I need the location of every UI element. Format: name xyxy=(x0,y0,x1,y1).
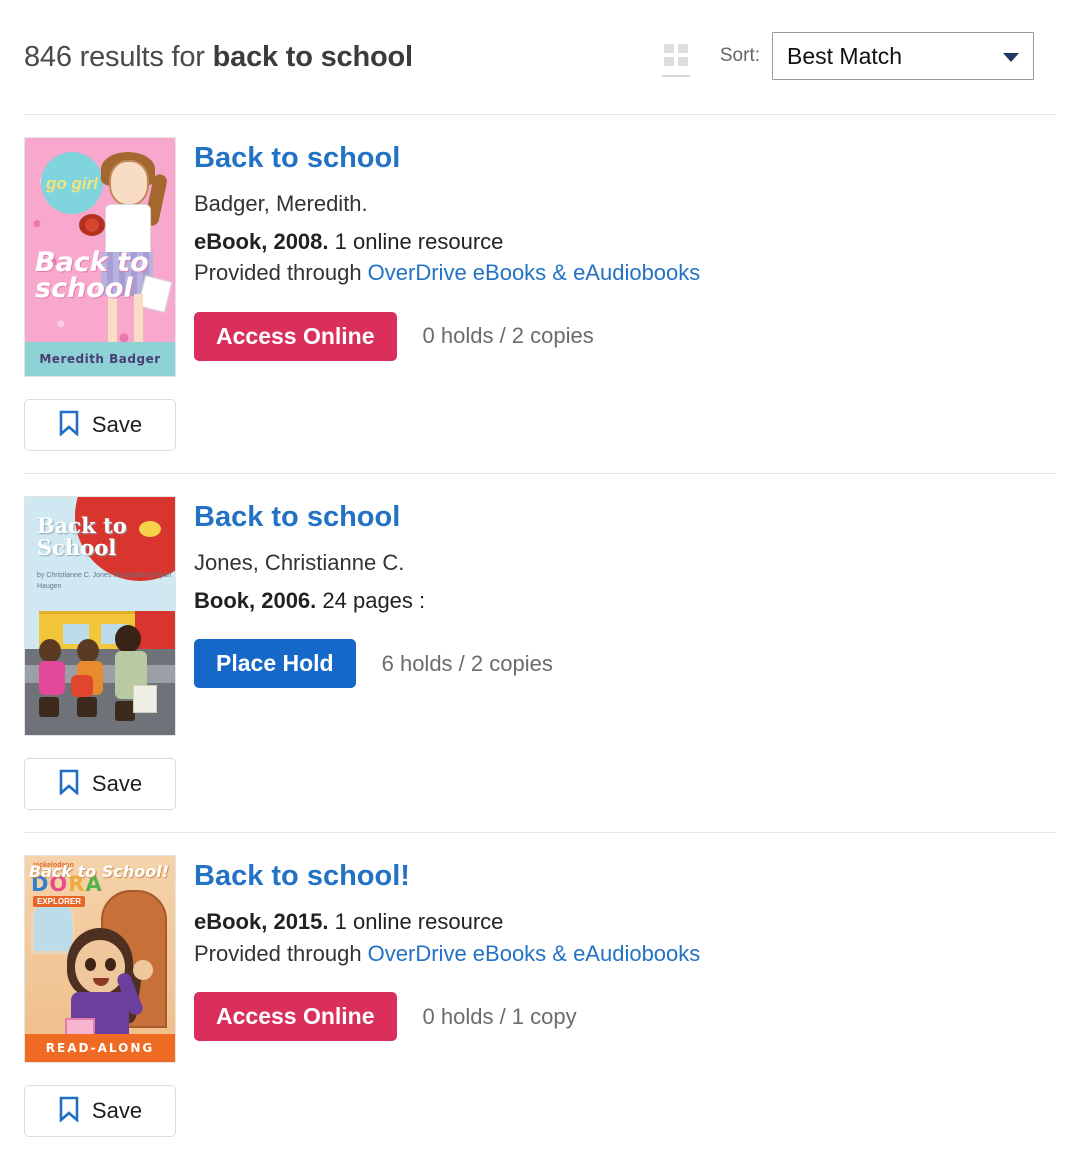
access-online-button[interactable]: Access Online xyxy=(194,311,397,361)
cover-child-figure xyxy=(39,639,65,717)
search-result-item: go girl Back to school Meredith Badger B… xyxy=(0,115,1080,451)
search-result-item: Back to School by Christianne C. Jones I… xyxy=(0,474,1080,810)
result-provider-link[interactable]: OverDrive eBooks & eAudiobooks xyxy=(368,260,701,285)
cover-backpack xyxy=(71,675,93,697)
cover-adult-legs xyxy=(115,701,135,721)
result-format-type: eBook, 2008. xyxy=(194,228,329,254)
result-provider: Provided through OverDrive eBooks & eAud… xyxy=(194,258,1056,288)
grid-cell xyxy=(677,57,688,66)
cover-go-girl-logo: go girl xyxy=(41,152,103,214)
cover-adult-head xyxy=(115,625,141,653)
result-author: Badger, Meredith. xyxy=(194,190,368,216)
cover-child-legs xyxy=(77,697,97,717)
grid-cell xyxy=(663,57,674,66)
result-format: Book, 2006. 24 pages : xyxy=(194,586,1056,616)
sort-select[interactable]: Best Match xyxy=(772,32,1034,80)
save-button[interactable]: Save xyxy=(24,758,176,810)
result-availability: 6 holds / 2 copies xyxy=(381,650,553,676)
result-format-type: Book, 2006. xyxy=(194,587,317,613)
cover-child-head xyxy=(77,639,99,663)
grid-toggle-underline xyxy=(661,75,690,77)
cover-readalong-band: READ-ALONG xyxy=(25,1034,175,1062)
place-hold-button[interactable]: Place Hold xyxy=(194,639,356,689)
cover-child-body xyxy=(39,661,65,695)
result-format-detail: 1 online resource xyxy=(328,908,504,934)
result-format: eBook, 2015. 1 online resource xyxy=(194,907,1056,937)
cover-character-hand xyxy=(133,960,153,980)
cover-child-head xyxy=(39,639,61,663)
result-format-detail: 24 pages : xyxy=(316,587,426,613)
cover-child-legs xyxy=(39,697,59,717)
result-action-row: Place Hold 6 holds / 2 copies xyxy=(194,639,1056,689)
result-author: Jones, Christianne C. xyxy=(194,549,405,575)
book-cover-go-girl-back-to-school[interactable]: go girl Back to school Meredith Badger xyxy=(24,137,176,377)
book-cover-back-to-school-jones[interactable]: Back to School by Christianne C. Jones I… xyxy=(24,496,176,736)
result-info: Back to school Jones, Christianne C. Boo… xyxy=(176,496,1056,689)
header-tools: Sort: Best Match xyxy=(654,32,1034,80)
bookmark-icon xyxy=(58,769,80,800)
result-title-link[interactable]: Back to school xyxy=(194,501,400,534)
result-availability: 0 holds / 1 copy xyxy=(422,1003,577,1029)
cover-illustration-leg xyxy=(134,294,143,346)
chevron-down-icon xyxy=(1003,53,1019,62)
cover-title-text: Back to school xyxy=(35,247,149,304)
results-count-text: 846 results for xyxy=(24,40,213,73)
result-content: go girl Back to school Meredith Badger B… xyxy=(24,137,1056,377)
save-button[interactable]: Save xyxy=(24,399,176,451)
cover-byline-text: by Christianne C. Jones Illustrated by R… xyxy=(37,572,172,590)
cover-author-band: Meredith Badger xyxy=(25,342,175,376)
bookmark-icon xyxy=(58,1096,80,1127)
cover-title-text: Back to School! xyxy=(28,862,169,881)
result-content: Back to School by Christianne C. Jones I… xyxy=(24,496,1056,736)
result-format-detail: 1 online resource xyxy=(328,228,504,254)
access-online-button[interactable]: Access Online xyxy=(194,992,397,1042)
result-format-type: eBook, 2015. xyxy=(194,908,329,934)
cover-character-eye xyxy=(85,958,96,971)
grid-view-toggle[interactable] xyxy=(654,33,698,79)
bookmark-icon xyxy=(58,410,80,441)
search-result-item: nickelodeon DORA EXPLORER Back to School… xyxy=(0,833,1080,1137)
sort-label: Sort: xyxy=(719,45,760,66)
cover-series-sublogo: EXPLORER xyxy=(33,896,86,907)
cover-title-text: Back to School xyxy=(37,513,127,561)
save-button-label: Save xyxy=(91,771,143,796)
result-content: nickelodeon DORA EXPLORER Back to School… xyxy=(24,855,1056,1063)
result-title-link[interactable]: Back to school xyxy=(194,142,400,175)
result-info: Back to school Badger, Meredith. eBook, … xyxy=(176,137,1056,361)
save-button-label: Save xyxy=(91,412,143,437)
book-cover-dora-back-to-school[interactable]: nickelodeon DORA EXPLORER Back to School… xyxy=(24,855,176,1063)
result-title-link[interactable]: Back to school! xyxy=(194,860,410,893)
grid-cell xyxy=(677,44,688,53)
result-availability: 0 holds / 2 copies xyxy=(422,323,594,349)
grid-view-icon xyxy=(663,44,688,66)
cover-illustration-head xyxy=(109,160,149,206)
save-button[interactable]: Save xyxy=(24,1085,176,1137)
result-provider-prefix: Provided through xyxy=(194,260,368,286)
result-action-row: Access Online 0 holds / 2 copies xyxy=(194,311,1056,361)
result-format: eBook, 2008. 1 online resource xyxy=(194,227,1056,257)
result-action-row: Access Online 0 holds / 1 copy xyxy=(194,992,1056,1042)
sort-select-value: Best Match xyxy=(787,42,903,69)
save-button-label: Save xyxy=(91,1098,143,1123)
cover-character-eye xyxy=(105,958,116,971)
result-provider: Provided through OverDrive eBooks & eAud… xyxy=(194,939,1056,969)
search-query-text: back to school xyxy=(212,40,413,73)
cover-illustration-flower xyxy=(79,214,105,236)
results-header: 846 results for back to school Sort: Bes… xyxy=(0,0,1080,114)
result-provider-link[interactable]: OverDrive eBooks & eAudiobooks xyxy=(368,941,701,966)
grid-cell xyxy=(663,44,674,53)
result-provider-prefix: Provided through xyxy=(194,940,368,966)
result-info: Back to school! eBook, 2015. 1 online re… xyxy=(176,855,1056,1042)
results-count: 846 results for back to school xyxy=(24,41,413,74)
cover-shopping-bag xyxy=(133,685,157,713)
